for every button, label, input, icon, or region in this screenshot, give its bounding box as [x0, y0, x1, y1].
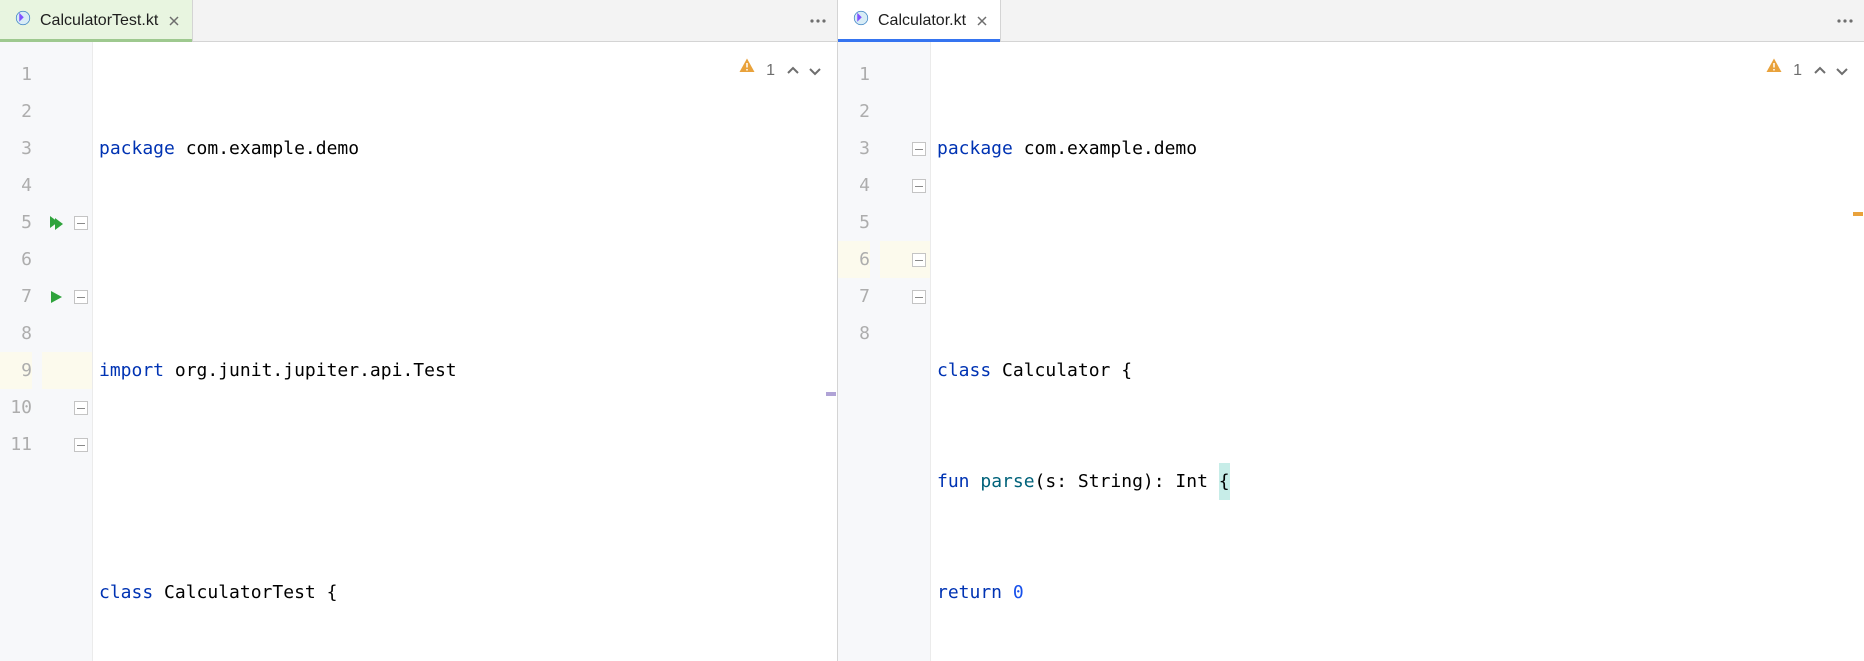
line-number-column: 123 456 78 [838, 42, 880, 661]
fold-handle-icon[interactable] [908, 241, 930, 278]
tab-options-icon[interactable] [1826, 0, 1864, 41]
tab-label: Calculator.kt [878, 12, 966, 30]
fold-handle-icon[interactable] [70, 204, 92, 241]
run-test-icon[interactable] [42, 278, 70, 315]
gutter-right: 123 456 78 [838, 42, 931, 661]
error-stripe-left [825, 42, 837, 661]
fold-handle-icon[interactable] [908, 278, 930, 315]
line-number-column: 123 456 789 1011 [0, 42, 42, 661]
caret-marker [826, 392, 836, 396]
run-class-icon[interactable] [42, 204, 70, 241]
kotlin-file-icon [14, 9, 32, 32]
gutter-left: 123 456 789 1011 [0, 42, 93, 661]
fold-column [908, 42, 930, 661]
tab-bar-right: Calculator.kt [838, 0, 1864, 42]
fold-handle-icon[interactable] [908, 167, 930, 204]
code-area-right[interactable]: package com.example.demo class Calculato… [931, 42, 1864, 661]
warning-count: 1 [1793, 52, 1802, 89]
editor-pane-left: CalculatorTest.kt 123 456 789 1011 [0, 0, 838, 661]
tab-calculator[interactable]: Calculator.kt [838, 0, 1001, 41]
close-icon[interactable] [166, 13, 182, 29]
code-area-left[interactable]: package com.example.demo import org.juni… [93, 42, 837, 661]
chevron-down-icon[interactable] [1834, 63, 1850, 79]
fold-handle-icon[interactable] [70, 426, 92, 463]
chevron-up-icon[interactable] [1812, 63, 1828, 79]
inspection-widget-left[interactable]: 1 [738, 52, 823, 89]
fold-column [70, 42, 92, 661]
tab-calculatortest[interactable]: CalculatorTest.kt [0, 0, 193, 41]
chevron-up-icon[interactable] [785, 63, 801, 79]
warning-icon [738, 52, 756, 89]
run-gutter-column [42, 42, 70, 661]
fold-handle-icon[interactable] [908, 130, 930, 167]
warning-icon [1765, 52, 1783, 89]
close-icon[interactable] [974, 13, 990, 29]
error-stripe-right [1852, 42, 1864, 661]
fold-handle-icon[interactable] [70, 389, 92, 426]
editor-body-left: 123 456 789 1011 [0, 42, 837, 661]
fold-handle-icon[interactable] [70, 278, 92, 315]
kotlin-file-icon [852, 9, 870, 32]
warning-count: 1 [766, 52, 775, 89]
tab-bar-left: CalculatorTest.kt [0, 0, 837, 42]
warning-marker [1853, 212, 1863, 216]
editor-body-right: 123 456 78 package com.example.demo clas… [838, 42, 1864, 661]
run-gutter-column [880, 42, 908, 661]
tab-label: CalculatorTest.kt [40, 12, 158, 30]
inspection-widget-right[interactable]: 1 [1765, 52, 1850, 89]
editor-pane-right: Calculator.kt 123 456 78 [838, 0, 1864, 661]
tab-options-icon[interactable] [799, 0, 837, 41]
chevron-down-icon[interactable] [807, 63, 823, 79]
